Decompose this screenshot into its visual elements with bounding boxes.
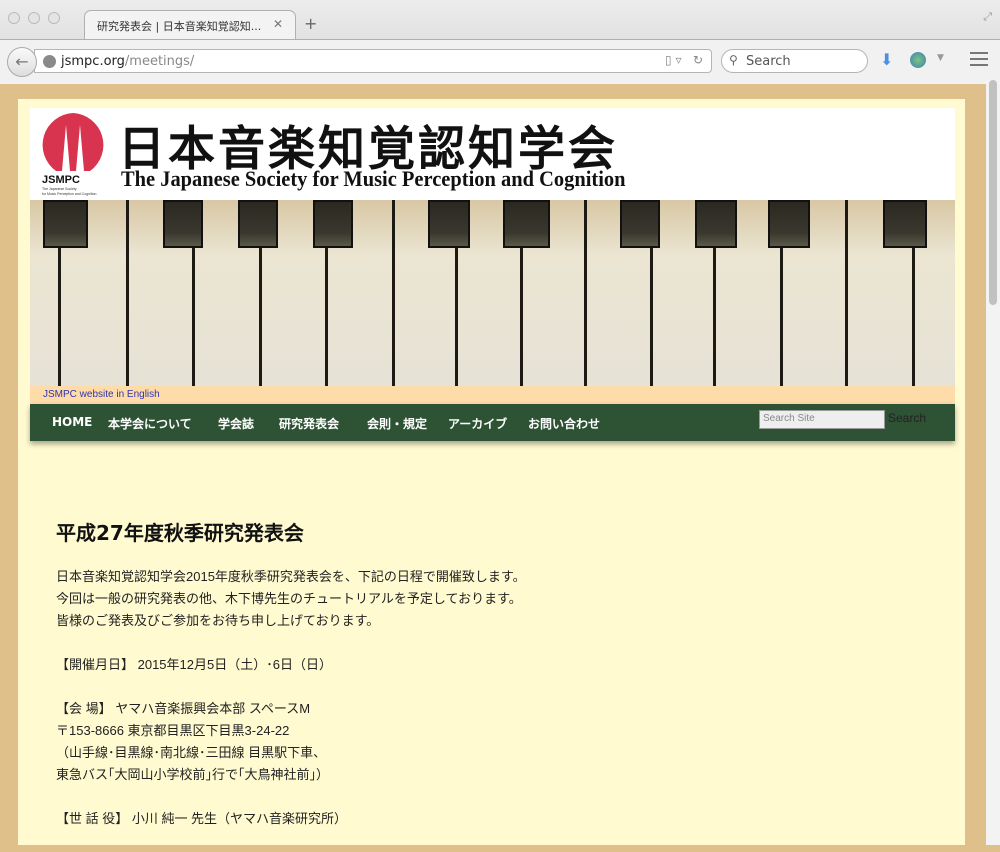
svg-text:for Music Perception and Cogni: for Music Perception and Cognition: [42, 192, 97, 196]
url-bar[interactable]: jsmpc.org/meetings/ ▯ ▿ ↻: [34, 49, 712, 73]
search-icon: ⚲: [729, 53, 738, 67]
site-header: JSMPC The Japanese Society for Music Per…: [30, 108, 955, 200]
close-window-button[interactable]: [8, 12, 20, 24]
download-icon[interactable]: ⬇: [880, 50, 893, 69]
scrollbar-thumb[interactable]: [989, 80, 997, 305]
black-key: [43, 200, 88, 248]
reader-view-icon[interactable]: ▯: [665, 53, 672, 67]
dropdown-icon[interactable]: ▿: [675, 53, 681, 67]
zoom-window-button[interactable]: [48, 12, 60, 24]
intro-line: 日本音楽知覚認知学会2015年度秋季研究発表会を、下記の日程で開催致します。: [56, 569, 526, 584]
jsmpc-logo[interactable]: JSMPC The Japanese Society for Music Per…: [40, 111, 106, 197]
page-title: 平成27年度秋季研究発表会: [56, 521, 304, 545]
tab-active[interactable]: 研究発表会 | 日本音楽知覚認知... ✕: [84, 10, 296, 39]
venue-line: 〒153-8666 東京都目黒区下目黒3-24-22: [56, 723, 290, 738]
black-key: [768, 200, 810, 248]
english-site-link[interactable]: JSMPC website in English: [43, 389, 160, 400]
hamburger-menu-icon[interactable]: [970, 52, 988, 66]
svg-text:JSMPC: JSMPC: [42, 174, 80, 186]
white-key-gap: [392, 200, 395, 386]
navigation-toolbar: jsmpc.org/meetings/ ▯ ▿ ↻ ← ⚲ Search ⬇ ▼: [0, 39, 1000, 84]
nav-item-journal[interactable]: 学会誌: [218, 415, 254, 432]
minimize-window-button[interactable]: [28, 12, 40, 24]
english-link-bar: JSMPC website in English: [30, 386, 955, 404]
intro-line: 皆様のご発表及びご参加をお待ち申し上げております。: [56, 613, 380, 628]
globe-icon: [43, 55, 56, 68]
new-tab-button[interactable]: +: [304, 14, 317, 33]
extension-icon[interactable]: [910, 52, 926, 68]
venue-paragraph: 【会 場】 ヤマハ音楽振興会本部 スペースM 〒153-8666 東京都目黒区下…: [56, 698, 526, 786]
nav-item-meetings[interactable]: 研究発表会: [279, 415, 339, 432]
intro-line: 今回は一般の研究発表の他、木下博先生のチュートリアルを予定しております。: [56, 591, 522, 606]
svg-text:The Japanese Society: The Japanese Society: [42, 187, 77, 191]
back-button[interactable]: ←: [7, 47, 37, 77]
main-nav: HOME 本学会について 学会誌 研究発表会 会則・規定 アーカイブ お問い合わ…: [30, 404, 955, 441]
fullscreen-icon[interactable]: ⤢: [983, 10, 992, 24]
site-search-input[interactable]: Search Site: [759, 410, 885, 429]
extension-dropdown-icon[interactable]: ▼: [937, 53, 944, 63]
black-key: [313, 200, 353, 248]
black-key: [428, 200, 470, 248]
intro-paragraph: 日本音楽知覚認知学会2015年度秋季研究発表会を、下記の日程で開催致します。 今…: [56, 566, 526, 632]
white-key-gap: [845, 200, 848, 386]
organizer-paragraph: 【世 話 役】 小川 純一 先生（ヤマハ音楽研究所）: [56, 808, 526, 830]
venue-line: 東急バス｢大岡山小学校前｣行で｢大鳥神社前｣）: [56, 767, 330, 782]
nav-item-home[interactable]: HOME: [52, 415, 92, 429]
close-tab-icon[interactable]: ✕: [273, 17, 283, 31]
site-title-english: The Japanese Society for Music Perceptio…: [121, 166, 626, 191]
organizer: 【世 話 役】 小川 純一 先生（ヤマハ音楽研究所）: [56, 811, 348, 826]
url-domain: jsmpc.org: [61, 54, 125, 69]
event-date: 【開催月日】 2015年12月5日（土）･6日（日）: [56, 657, 332, 672]
site-search-button[interactable]: Search: [888, 411, 926, 425]
browser-search-input[interactable]: ⚲ Search: [721, 49, 868, 73]
black-key: [503, 200, 550, 248]
black-key: [883, 200, 927, 248]
nav-item-archive[interactable]: アーカイブ: [448, 415, 507, 432]
main-content: 平成27年度秋季研究発表会 日本音楽知覚認知学会2015年度秋季研究発表会を、下…: [56, 517, 526, 852]
scrollbar[interactable]: [986, 80, 1000, 845]
black-key: [620, 200, 660, 248]
black-key: [163, 200, 203, 248]
url-path: /meetings/: [124, 54, 195, 69]
nav-item-contact[interactable]: お問い合わせ: [528, 415, 600, 432]
tab-title: 研究発表会 | 日本音楽知覚認知...: [97, 20, 262, 33]
reload-icon[interactable]: ↻: [693, 53, 703, 67]
nav-item-about[interactable]: 本学会について: [108, 415, 192, 432]
browser-chrome: 研究発表会 | 日本音楽知覚認知... ✕ + ⤢ jsmpc.org/meet…: [0, 0, 1000, 84]
black-key: [238, 200, 278, 248]
page-panel: JSMPC The Japanese Society for Music Per…: [18, 99, 965, 845]
date-paragraph: 【開催月日】 2015年12月5日（土）･6日（日）: [56, 654, 526, 676]
white-key-gap: [584, 200, 587, 386]
nav-item-rules[interactable]: 会則・規定: [367, 415, 427, 432]
piano-keys-banner: [30, 200, 955, 386]
white-key-gap: [126, 200, 129, 386]
venue-line: （山手線･目黒線･南北線･三田線 目黒駅下車、: [56, 745, 327, 760]
black-key: [695, 200, 737, 248]
browser-search-placeholder: Search: [746, 54, 791, 69]
venue-line: 【会 場】 ヤマハ音楽振興会本部 スペースM: [56, 701, 311, 716]
